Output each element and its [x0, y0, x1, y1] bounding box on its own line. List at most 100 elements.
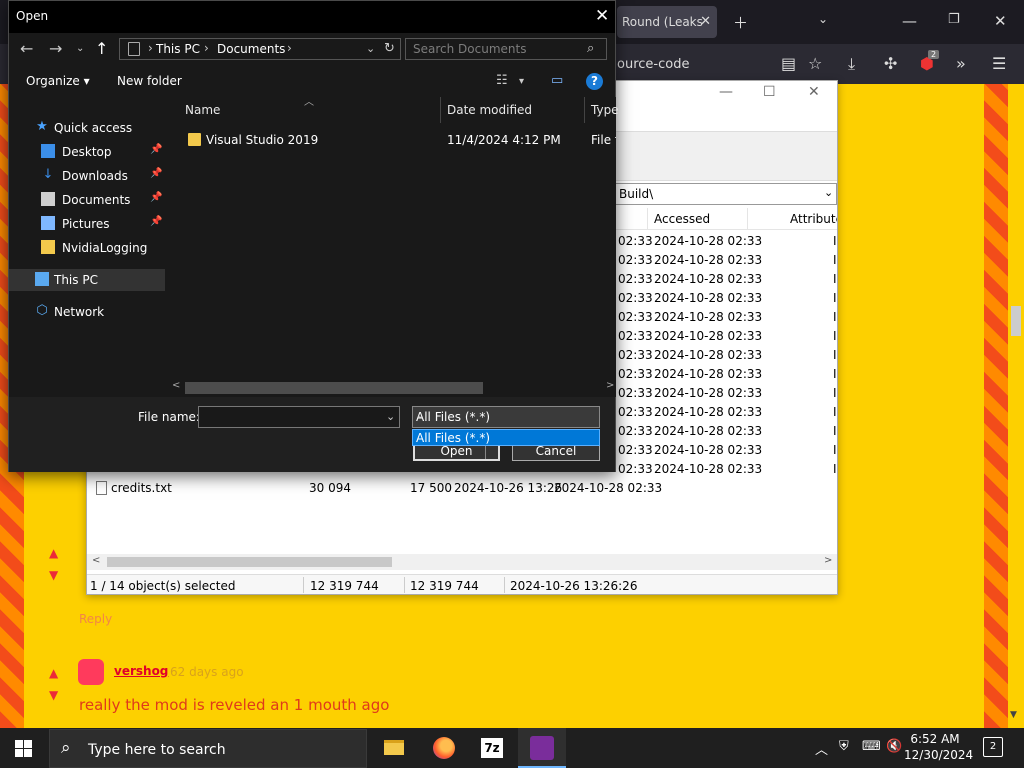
help-icon[interactable]: ?	[586, 73, 603, 90]
column-separator[interactable]	[440, 97, 441, 123]
pin-icon[interactable]: 📌	[150, 168, 162, 179]
recent-locations-icon[interactable]: ⌄	[76, 43, 84, 54]
tab-close-icon[interactable]: ✕	[700, 14, 711, 29]
fm-horizontal-scrollbar[interactable]: < >	[87, 554, 837, 570]
fm-col-accessed[interactable]: Accessed	[654, 212, 710, 226]
downvote-icon[interactable]: ▼	[49, 568, 58, 582]
tray-overflow-icon[interactable]: ︿	[815, 739, 828, 758]
search-box[interactable]: Search Documents ⌕	[405, 38, 607, 60]
restore-icon[interactable]: ❐	[948, 12, 960, 27]
organize-button[interactable]: Organize ▾	[26, 74, 90, 88]
sidebar-item-nvidialogging[interactable]: NvidiaLogging	[9, 237, 165, 259]
game-app-icon[interactable]	[518, 728, 566, 768]
breadcrumb-this-pc[interactable]: This PC	[156, 42, 200, 56]
overflow-icon[interactable]: »	[956, 54, 966, 73]
extensions-icon[interactable]: ✣	[884, 54, 897, 73]
file-row[interactable]: Visual Studio 2019 11/4/2024 4:12 PM Fil…	[166, 130, 616, 152]
new-folder-button[interactable]: New folder	[117, 74, 182, 88]
upvote-icon[interactable]: ▲	[49, 546, 58, 560]
dialog-close-icon[interactable]: ✕	[595, 6, 609, 26]
fm-maximize-icon[interactable]: ☐	[763, 84, 776, 100]
file-list-pane: Name ︿ Date modified Type Visual Studio …	[166, 97, 619, 397]
upvote-icon[interactable]: ▲	[49, 666, 58, 680]
col-name[interactable]: Name	[185, 103, 220, 117]
pin-icon[interactable]: 📌	[150, 144, 162, 155]
network-icon[interactable]: ⌨	[862, 739, 881, 754]
minimize-icon[interactable]: —	[902, 12, 917, 30]
file-type-option[interactable]: All Files (*.*)	[412, 429, 600, 446]
reader-view-icon[interactable]: ▤	[781, 54, 796, 73]
close-icon[interactable]: ✕	[994, 12, 1007, 30]
chevron-down-icon[interactable]: ⌄	[366, 42, 375, 55]
breadcrumb-chevron-icon[interactable]: ›	[148, 41, 153, 55]
menu-icon[interactable]: ☰	[992, 54, 1006, 73]
chevron-down-icon[interactable]: ▾	[519, 76, 524, 87]
firefox-icon[interactable]	[419, 728, 467, 768]
downvote-icon[interactable]: ▼	[49, 688, 58, 702]
back-arrow-icon[interactable]: ←	[20, 39, 33, 58]
fm-modified-tail: 02:33	[618, 234, 653, 248]
notification-center-icon[interactable]: 2	[983, 737, 1003, 757]
browser-tab[interactable]: Round (Leaks ✕	[617, 6, 717, 38]
forward-arrow-icon[interactable]: →	[49, 39, 62, 58]
fm-scroll-thumb[interactable]	[107, 557, 392, 567]
sidebar-item-network[interactable]: ⬡ Network	[9, 301, 165, 323]
page-scroll-thumb[interactable]	[1011, 306, 1021, 336]
pin-icon[interactable]: 📌	[150, 216, 162, 227]
sidebar-item-desktop[interactable]: Desktop 📌	[9, 141, 165, 163]
browser-tab-title: Round (Leaks	[622, 15, 703, 29]
volume-muted-icon[interactable]: 🔇	[886, 739, 902, 754]
view-options-icon[interactable]: ☷	[496, 73, 508, 88]
taskbar-search[interactable]: ⌕ Type here to search	[49, 729, 367, 768]
column-separator[interactable]	[747, 208, 748, 230]
file-list-scroll-thumb[interactable]	[185, 382, 483, 394]
fm-minimize-icon[interactable]: —	[719, 84, 733, 100]
fm-table-row[interactable]: credits.txt 30 094 17 500 2024-10-26 13:26 2…	[87, 479, 837, 498]
avatar[interactable]	[78, 659, 104, 685]
scroll-left-icon[interactable]: <	[92, 555, 100, 566]
scroll-right-icon[interactable]: >	[824, 555, 832, 566]
file-name-input[interactable]: ⌄	[198, 406, 400, 428]
fm-close-icon[interactable]: ✕	[808, 84, 820, 100]
sidebar-item-documents[interactable]: Documents 📌	[9, 189, 165, 211]
fm-file-size: 30 094	[309, 481, 351, 495]
breadcrumb-chevron-icon[interactable]: ›	[204, 41, 209, 55]
sidebar-item-this-pc[interactable]: This PC	[9, 269, 165, 291]
column-separator[interactable]	[647, 208, 648, 230]
col-date-modified[interactable]: Date modified	[447, 103, 532, 117]
file-explorer-icon[interactable]	[370, 728, 418, 768]
scroll-down-icon[interactable]: ▼	[1010, 710, 1017, 720]
sidebar-item-quick-access[interactable]: ★ Quick access	[9, 117, 165, 139]
col-type[interactable]: Type	[591, 103, 619, 117]
breadcrumb-chevron-icon[interactable]: ›	[287, 41, 292, 55]
system-clock[interactable]: 6:52 AM 12/30/2024	[904, 731, 973, 763]
url-bar[interactable]: ource-code	[617, 57, 689, 72]
chevron-down-icon[interactable]: ⌄	[824, 186, 833, 199]
chevron-down-icon[interactable]: ⌄	[386, 410, 395, 423]
up-arrow-icon[interactable]: ↑	[95, 39, 108, 58]
breadcrumb-documents[interactable]: Documents	[217, 42, 285, 56]
fm-col-attributes[interactable]: Attributes	[790, 212, 837, 226]
scroll-left-icon[interactable]: <	[172, 380, 180, 391]
pin-icon[interactable]: 📌	[150, 192, 162, 203]
file-list-h-scrollbar[interactable]: < >	[166, 380, 616, 396]
column-separator[interactable]	[584, 97, 585, 123]
sidebar-item-pictures[interactable]: Pictures 📌	[9, 213, 165, 235]
reply-link[interactable]: Reply	[79, 612, 112, 626]
page-scrollbar[interactable]	[1008, 84, 1024, 728]
downloads-icon[interactable]: ⤓	[848, 54, 855, 74]
bookmark-star-icon[interactable]: ☆	[808, 54, 822, 73]
7zip-icon[interactable]: 7z	[468, 728, 516, 768]
chevron-down-icon[interactable]: ⌄	[416, 410, 424, 421]
security-icon[interactable]: ⛨	[839, 739, 849, 754]
preview-pane-icon[interactable]: ▭	[551, 73, 563, 88]
tab-list-icon[interactable]: ⌄	[818, 12, 828, 26]
comment-username[interactable]: vershog	[114, 664, 168, 678]
windows-start-icon[interactable]	[15, 740, 32, 757]
address-bar[interactable]: › This PC › Documents › ⌄ ↻	[119, 38, 401, 60]
file-type-select[interactable]: All Files (*.*) ⌄	[412, 406, 600, 428]
new-tab-icon[interactable]: ＋	[733, 12, 748, 33]
scroll-right-icon[interactable]: >	[606, 380, 614, 391]
sidebar-item-downloads[interactable]: ↓ Downloads 📌	[9, 165, 165, 187]
refresh-icon[interactable]: ↻	[384, 41, 395, 56]
